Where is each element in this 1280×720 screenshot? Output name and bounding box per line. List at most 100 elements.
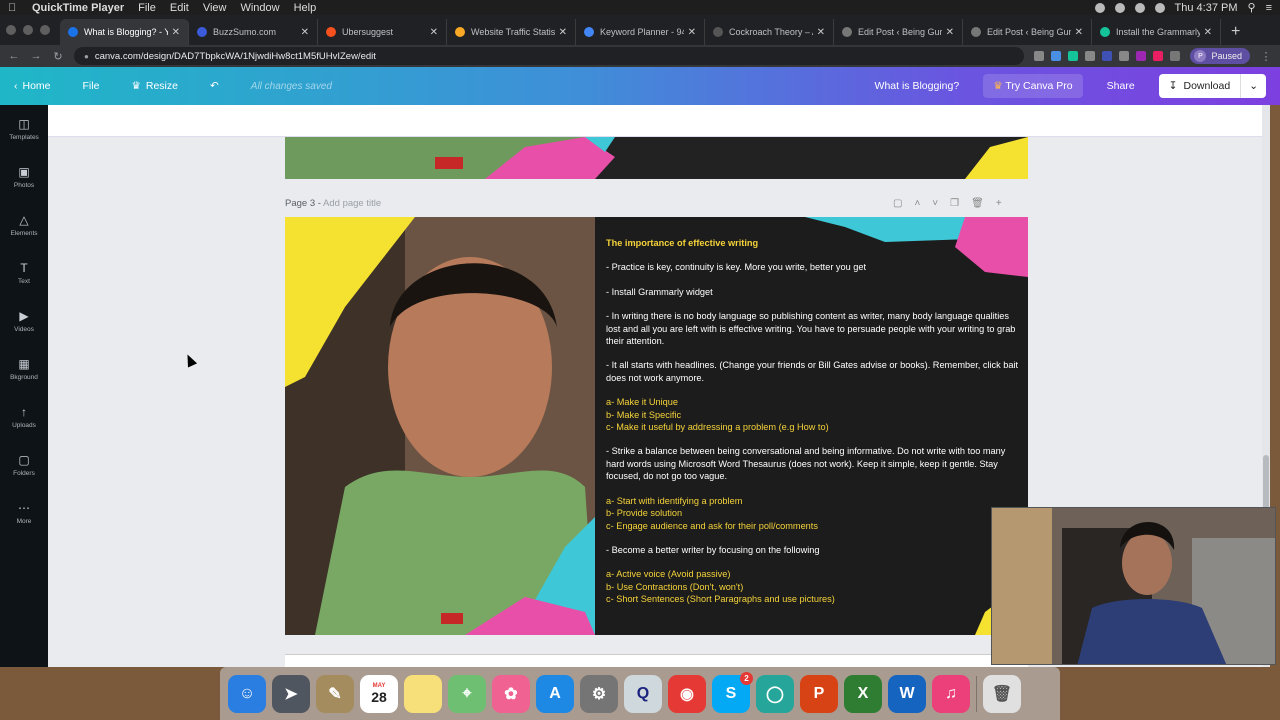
grammarly-icon[interactable] [1068,51,1079,61]
close-tab-icon[interactable]: ✕ [559,27,567,38]
extension-icon[interactable] [1136,51,1147,61]
slide-text-box[interactable]: The importance of effective writing - Pr… [606,237,1020,606]
browser-tab[interactable]: What is Blogging? - Yo ✕ [60,19,189,45]
browser-tab[interactable]: Website Traffic Statist ✕ [447,19,576,45]
download-main[interactable]: ↧ Download [1159,74,1242,98]
calendar-icon[interactable]: MAY 28 [360,674,398,713]
wifi-icon[interactable] [1134,2,1145,13]
menu-extras-icon[interactable]: ≡ [1266,2,1272,14]
chevron-down-icon[interactable]: ⌄ [1241,74,1266,98]
add-page-icon[interactable]: + [996,198,1002,209]
add-page-title[interactable]: Add page title [323,198,381,209]
preview-icon[interactable]: ✎ [316,674,354,713]
word-icon[interactable]: W [888,674,926,713]
browser-tab[interactable]: Ubersuggest ✕ [318,19,447,45]
menu-edit[interactable]: Edit [170,2,189,14]
page-2-preview[interactable] [285,137,1028,179]
maximize-window-icon[interactable] [40,25,50,35]
page-4-preview[interactable] [285,654,1028,667]
chrome-icon[interactable]: ◉ [668,674,706,713]
close-window-icon[interactable] [6,25,16,35]
close-tab-icon[interactable]: ✕ [688,27,696,38]
browser-tab[interactable]: Edit Post ‹ Being Guru ✕ [834,19,963,45]
menubar-app-name[interactable]: QuickTime Player [32,2,124,14]
try-pro-button[interactable]: ♛ Try Canva Pro [983,74,1083,98]
volume-icon[interactable] [1154,2,1165,13]
cast-icon[interactable] [1034,51,1045,61]
status-icon[interactable] [1114,2,1125,13]
quicktime-icon[interactable]: Q [624,674,662,713]
undo-button[interactable]: ↶ [210,80,219,92]
photos-app-icon[interactable]: ✿ [492,674,530,713]
apple-icon[interactable]:  [8,2,20,14]
reload-icon[interactable]: ↻ [52,50,64,63]
bookmark-star-icon[interactable] [1051,51,1062,61]
close-tab-icon[interactable]: ✕ [1075,27,1083,38]
presenter-photo[interactable] [285,217,595,635]
camtasia-icon[interactable]: ◯ [756,674,794,713]
menu-view[interactable]: View [203,2,227,14]
close-tab-icon[interactable]: ✕ [430,27,438,38]
tool-text[interactable]: T Text [0,249,48,297]
maps-icon[interactable]: ⌖ [448,674,486,713]
status-icon[interactable] [1094,2,1105,13]
tool-templates[interactable]: ◫ Templates [0,105,48,153]
back-icon[interactable]: ← [8,50,20,62]
close-tab-icon[interactable]: ✕ [1204,27,1212,38]
launchpad-icon[interactable]: ➤ [272,674,310,713]
system-preferences-icon[interactable]: ⚙ [580,674,618,713]
file-menu-button[interactable]: File [83,80,100,92]
excel-icon[interactable]: X [844,674,882,713]
home-button[interactable]: ‹ Home [14,80,51,92]
notes-app-icon[interactable] [404,674,442,713]
close-tab-icon[interactable]: ✕ [301,27,309,38]
forward-icon[interactable]: → [30,50,42,62]
browser-tab[interactable]: Keyword Planner - 946 ✕ [576,19,705,45]
profile-button[interactable]: P Paused [1190,48,1250,64]
finder-icon[interactable]: ☺ [228,674,266,713]
share-button[interactable]: Share [1097,74,1145,98]
extension-icon[interactable] [1170,51,1181,61]
duplicate-icon[interactable]: ❐ [950,198,959,209]
close-tab-icon[interactable]: ✕ [817,27,825,38]
menu-file[interactable]: File [138,2,156,14]
scrollbar-thumb[interactable] [1263,455,1269,515]
browser-tab[interactable]: Edit Post ‹ Being Guru ✕ [963,19,1092,45]
extension-icon[interactable] [1119,51,1130,61]
clock[interactable]: Thu 4:37 PM [1175,2,1238,14]
chevron-up-icon[interactable]: ˄ [914,198,920,209]
download-button[interactable]: ↧ Download ⌄ [1158,74,1266,98]
resize-button[interactable]: ♛ Resize [131,80,178,92]
close-tab-icon[interactable]: ✕ [946,27,954,38]
tool-elements[interactable]: △ Elements [0,201,48,249]
delete-icon[interactable]: 🗑 [971,198,984,209]
tool-photos[interactable]: ▣ Photos [0,153,48,201]
browser-tab[interactable]: Cockroach Theory – A ✕ [705,19,834,45]
chevron-down-icon[interactable]: ˅ [932,198,938,209]
browser-tab[interactable]: BuzzSumo.com ✕ [189,19,318,45]
spotlight-icon[interactable]: ⚲ [1248,1,1256,14]
document-title[interactable]: What is Blogging? [865,74,970,98]
tool-background[interactable]: ▦ Bkground [0,345,48,393]
tool-uploads[interactable]: ↑ Uploads [0,393,48,441]
app-store-icon[interactable]: A [536,674,574,713]
new-tab-button[interactable]: + [1231,19,1240,45]
notes-icon[interactable]: ▢ [893,198,902,209]
extension-icon[interactable] [1102,51,1113,61]
chrome-menu-icon[interactable]: ⋮ [1260,50,1272,63]
music-icon[interactable]: ♫ [932,674,970,713]
close-tab-icon[interactable]: ✕ [172,27,180,38]
url-bar[interactable]: ● canva.com/design/DAD7TbpkcWA/1NjwdiHw8… [74,47,1025,65]
page-3-slide[interactable]: The importance of effective writing - Pr… [285,217,1028,635]
extension-icon[interactable] [1153,51,1164,61]
skype-icon[interactable]: S2 [712,671,753,713]
menu-help[interactable]: Help [294,2,317,14]
browser-tab[interactable]: Install the Grammarly B ✕ [1092,19,1221,45]
powerpoint-icon[interactable]: P [800,674,838,713]
tool-videos[interactable]: ▶ Videos [0,297,48,345]
tool-folders[interactable]: ▢ Folders [0,441,48,489]
tool-more[interactable]: ⋯ More [0,489,48,537]
minimize-window-icon[interactable] [23,25,33,35]
extension-icon[interactable] [1085,51,1096,61]
menu-window[interactable]: Window [240,2,279,14]
